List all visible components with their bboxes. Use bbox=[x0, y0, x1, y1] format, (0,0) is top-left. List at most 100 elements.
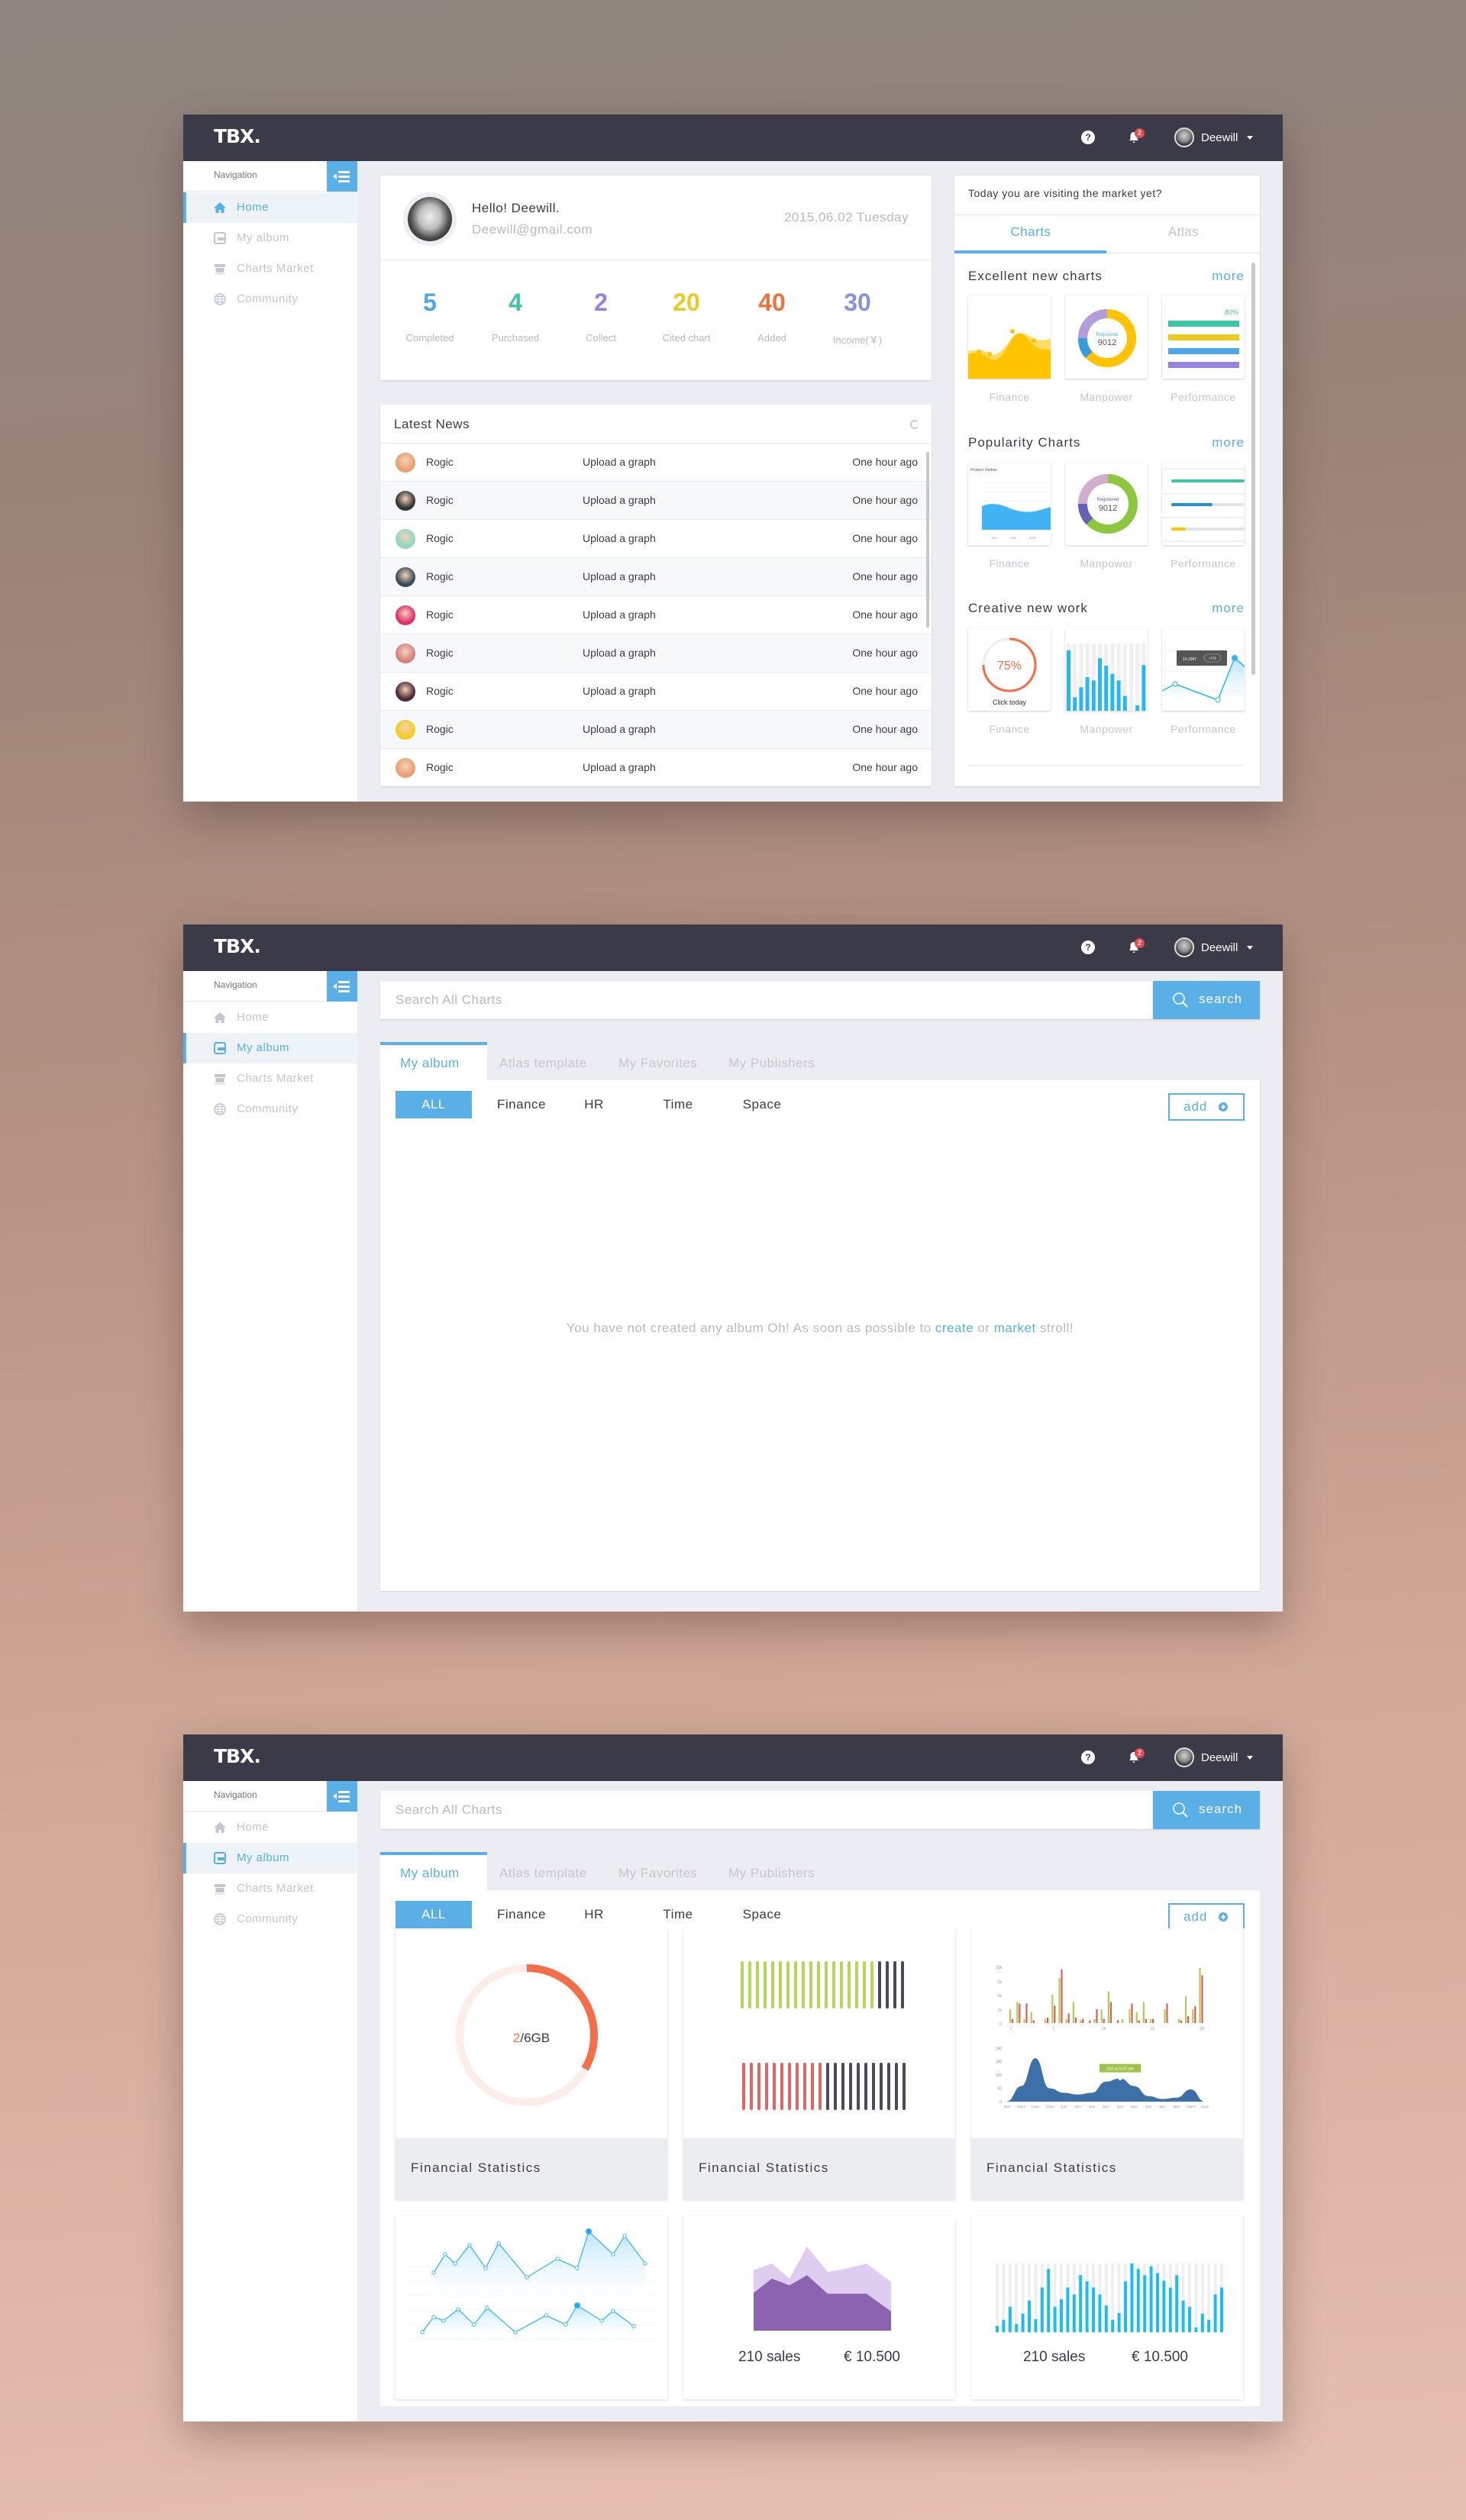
filter-space[interactable]: Space bbox=[724, 1091, 800, 1118]
notifications-button[interactable]: 2 bbox=[1128, 938, 1145, 957]
notifications-button[interactable]: 2 bbox=[1128, 1748, 1145, 1767]
add-button[interactable]: add bbox=[1168, 1093, 1245, 1121]
stat-income[interactable]: 30 Income(￥) bbox=[815, 289, 899, 347]
logo[interactable]: TBX. bbox=[214, 1745, 261, 1767]
search-input[interactable] bbox=[380, 1791, 1153, 1829]
more-link[interactable]: more bbox=[1212, 269, 1245, 284]
refresh-icon[interactable] bbox=[910, 420, 919, 429]
add-button[interactable]: add bbox=[1168, 1903, 1245, 1931]
search-button[interactable]: search bbox=[1153, 1791, 1260, 1829]
news-user[interactable]: Rogic bbox=[426, 456, 454, 468]
thumb-manpower[interactable]: Registered 9012 bbox=[1065, 463, 1148, 545]
news-avatar bbox=[396, 758, 415, 778]
user-name[interactable]: Deewill bbox=[1201, 131, 1238, 144]
tab-my-album[interactable]: My album bbox=[380, 1852, 487, 1890]
stat-added[interactable]: 40 Added bbox=[730, 289, 814, 344]
news-row[interactable]: Rogic Upload a graph One hour ago bbox=[380, 519, 932, 557]
tab-my-favorites[interactable]: My Favorites bbox=[618, 1852, 697, 1890]
thumb-performance[interactable]: 80% bbox=[1162, 296, 1245, 379]
stat-cited-chart[interactable]: 20 Cited chart bbox=[644, 289, 728, 344]
news-row[interactable]: Rogic Upload a graph One hour ago bbox=[380, 634, 932, 672]
more-link[interactable]: more bbox=[1212, 601, 1245, 616]
filter-all[interactable]: ALL bbox=[396, 1091, 472, 1118]
tab-my-publishers[interactable]: My Publishers bbox=[728, 1042, 815, 1080]
user-name[interactable]: Deewill bbox=[1201, 1751, 1238, 1764]
search-input[interactable] bbox=[380, 981, 1153, 1019]
album-card[interactable] bbox=[396, 2216, 667, 2399]
tab-atlas-template[interactable]: Atlas template bbox=[499, 1042, 587, 1080]
notifications-button[interactable]: 2 bbox=[1128, 128, 1145, 147]
filter-hr[interactable]: HR bbox=[556, 1091, 632, 1118]
user-avatar[interactable] bbox=[1174, 1747, 1194, 1767]
tab-my-publishers[interactable]: My Publishers bbox=[728, 1852, 815, 1890]
stat-completed[interactable]: 5 Completed bbox=[388, 289, 472, 344]
market-scrollbar[interactable] bbox=[1251, 263, 1255, 675]
thumb-finance[interactable]: 75% Click today bbox=[968, 628, 1051, 711]
help-icon[interactable]: ? bbox=[1081, 1750, 1095, 1764]
news-row[interactable]: Rogic Upload a graph One hour ago bbox=[380, 595, 932, 634]
album-card[interactable]: 2/6GB Financial Statistics bbox=[396, 1928, 667, 2199]
news-user[interactable]: Rogic bbox=[426, 723, 454, 735]
more-link[interactable]: more bbox=[1212, 435, 1245, 450]
chevron-down-icon[interactable] bbox=[1247, 1756, 1253, 1760]
album-card[interactable]: Financial Statistics bbox=[683, 1928, 955, 2199]
sidebar-item-home[interactable]: Home bbox=[183, 192, 357, 223]
bar-red bbox=[1145, 2018, 1147, 2023]
filter-time[interactable]: Time bbox=[640, 1091, 716, 1118]
tab-my-favorites[interactable]: My Favorites bbox=[618, 1042, 697, 1080]
filter-all[interactable]: ALL bbox=[396, 1901, 472, 1928]
stat-purchased[interactable]: 4 Purchased bbox=[473, 289, 557, 344]
search-button[interactable]: search bbox=[1153, 981, 1260, 1019]
tab-atlas[interactable]: Atlas bbox=[1107, 224, 1260, 240]
filter-time[interactable]: Time bbox=[640, 1901, 716, 1928]
album-card[interactable]: 210 sales € 10.500 bbox=[971, 2216, 1243, 2399]
collapse-menu-button[interactable] bbox=[327, 161, 357, 192]
tab-my-album[interactable]: My album bbox=[380, 1042, 487, 1080]
chevron-down-icon[interactable] bbox=[1247, 136, 1253, 140]
news-row[interactable]: Rogic Upload a graph One hour ago bbox=[380, 481, 932, 519]
create-link[interactable]: create bbox=[935, 1321, 974, 1335]
news-row[interactable]: Rogic Upload a graph One hour ago bbox=[380, 748, 932, 786]
tab-atlas-template[interactable]: Atlas template bbox=[499, 1852, 587, 1890]
user-name[interactable]: Deewill bbox=[1201, 941, 1238, 954]
news-user[interactable]: Rogic bbox=[426, 570, 454, 582]
news-row[interactable]: Rogic Upload a graph One hour ago bbox=[380, 443, 932, 481]
news-user[interactable]: Rogic bbox=[426, 685, 454, 697]
market-link[interactable]: market bbox=[994, 1321, 1036, 1335]
stat-label: Purchased bbox=[491, 332, 540, 344]
thumb-manpower[interactable]: Registered 9012 bbox=[1065, 296, 1148, 379]
tab-charts[interactable]: Charts bbox=[954, 224, 1107, 240]
sidebar-item-my-album[interactable]: My album bbox=[183, 223, 357, 253]
news-user[interactable]: Rogic bbox=[426, 761, 454, 773]
thumb-finance[interactable] bbox=[968, 296, 1051, 379]
thumb-performance[interactable] bbox=[1162, 463, 1245, 545]
help-icon[interactable]: ? bbox=[1081, 941, 1095, 954]
chevron-down-icon[interactable] bbox=[1247, 946, 1253, 950]
stat-collect[interactable]: 2 Collect bbox=[559, 289, 643, 344]
logo[interactable]: TBX. bbox=[214, 935, 261, 957]
album-card[interactable]: 0 1k 3k 5k 10k 1 7 14 21 28 0 60 120 180 240 9am 10am 11a… bbox=[971, 1928, 1243, 2199]
news-user[interactable]: Rogic bbox=[426, 532, 454, 544]
filter-space[interactable]: Space bbox=[724, 1901, 800, 1928]
news-row[interactable]: Rogic Upload a graph One hour ago bbox=[380, 710, 932, 748]
sidebar-item-label: Home bbox=[237, 201, 270, 214]
album-card[interactable]: 210 sales € 10.500 bbox=[683, 2216, 955, 2399]
news-user[interactable]: Rogic bbox=[426, 608, 454, 621]
news-user[interactable]: Rogic bbox=[426, 647, 454, 659]
news-user[interactable]: Rogic bbox=[426, 494, 454, 506]
logo[interactable]: TBX. bbox=[214, 125, 261, 147]
user-avatar[interactable] bbox=[1174, 127, 1194, 147]
news-scrollbar[interactable] bbox=[926, 452, 929, 628]
profile-avatar[interactable] bbox=[403, 192, 457, 246]
thumb-manpower[interactable] bbox=[1065, 628, 1148, 711]
sidebar-item-charts-market[interactable]: Charts Market bbox=[183, 253, 357, 284]
help-icon[interactable]: ? bbox=[1081, 131, 1095, 144]
news-row[interactable]: Rogic Upload a graph One hour ago bbox=[380, 557, 932, 595]
thumb-performance[interactable]: 14,1947 +5% bbox=[1162, 628, 1245, 711]
sidebar-item-community[interactable]: Community bbox=[183, 284, 357, 315]
user-avatar[interactable] bbox=[1174, 937, 1194, 957]
filter-hr[interactable]: HR bbox=[556, 1901, 632, 1928]
divider bbox=[968, 765, 1245, 766]
thumb-finance[interactable]: Product Visitors JAN FEB MAR bbox=[968, 463, 1051, 545]
news-row[interactable]: Rogic Upload a graph One hour ago bbox=[380, 672, 932, 710]
